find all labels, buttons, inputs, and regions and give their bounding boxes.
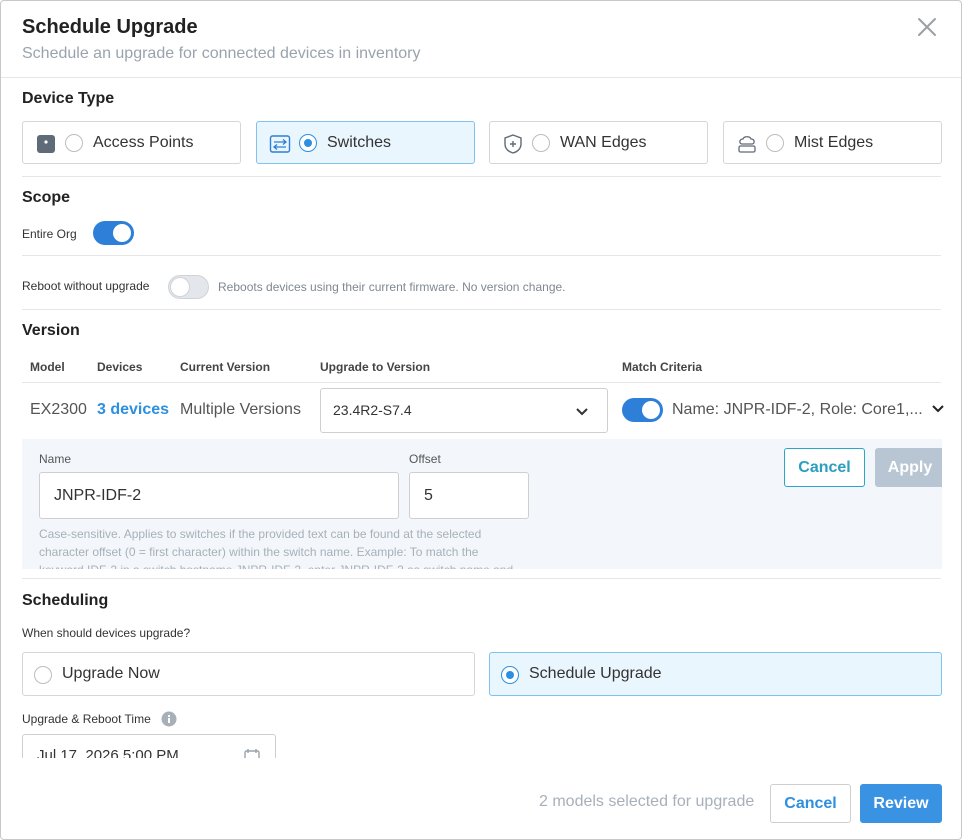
dialog-header: Schedule Upgrade Schedule an upgrade for… xyxy=(1,1,961,78)
upgrade-now-radio[interactable] xyxy=(34,666,52,684)
offset-field-label: Offset xyxy=(409,452,441,466)
divider xyxy=(22,255,941,256)
upgrade-reboot-time-label: Upgrade & Reboot Time xyxy=(22,712,151,726)
scope-title: Scope xyxy=(22,189,71,206)
switches-radio[interactable] xyxy=(299,134,317,152)
review-button[interactable]: Review xyxy=(860,784,942,823)
expand-chevron-icon[interactable] xyxy=(931,404,945,414)
reboot-without-upgrade-label: Reboot without upgrade xyxy=(22,279,150,293)
devices-link[interactable]: 3 devices xyxy=(97,401,169,419)
mist-edge-cloud-icon xyxy=(738,136,756,153)
entire-org-label: Entire Org xyxy=(22,227,77,241)
info-icon[interactable] xyxy=(161,711,177,727)
row-current-version: Multiple Versions xyxy=(180,401,301,418)
close-icon[interactable] xyxy=(913,13,941,41)
upgrade-version-select[interactable]: 23.4R2-S7.4 xyxy=(320,388,608,433)
access-point-icon xyxy=(37,135,55,153)
schedule-upgrade-label: Schedule Upgrade xyxy=(529,665,662,682)
column-header-devices: Devices xyxy=(97,360,143,374)
schedule-upgrade-dialog: Schedule Upgrade Schedule an upgrade for… xyxy=(0,0,962,840)
table-header-divider xyxy=(22,382,941,383)
device-type-switches[interactable]: Switches xyxy=(256,121,475,164)
device-type-title: Device Type xyxy=(22,90,115,107)
divider xyxy=(22,176,941,177)
match-criteria-toggle[interactable] xyxy=(622,398,663,422)
switch-icon xyxy=(269,135,291,153)
column-header-current-version: Current Version xyxy=(180,360,271,374)
divider xyxy=(22,309,941,310)
upgrade-now-label: Upgrade Now xyxy=(62,665,160,682)
upgrade-now-option[interactable]: Upgrade Now xyxy=(22,652,475,696)
chevron-down-icon xyxy=(576,408,588,416)
name-input[interactable]: JNPR-IDF-2 xyxy=(39,472,399,519)
device-type-access-points[interactable]: Access Points xyxy=(22,121,241,164)
switches-label: Switches xyxy=(327,134,392,151)
access-points-label: Access Points xyxy=(93,134,194,151)
match-criteria-editor: Name JNPR-IDF-2 Offset 5 Cancel Apply Ca… xyxy=(22,439,942,569)
dialog-subtitle: Schedule an upgrade for connected device… xyxy=(22,45,421,62)
row-model: EX2300 xyxy=(30,401,87,418)
version-title: Version xyxy=(22,322,80,339)
schedule-upgrade-option[interactable]: Schedule Upgrade xyxy=(489,652,942,696)
selection-summary: 2 models selected for upgrade xyxy=(539,793,755,810)
column-header-model: Model xyxy=(30,360,65,374)
wan-edge-shield-icon xyxy=(504,134,522,154)
scheduling-title: Scheduling xyxy=(22,592,109,609)
reboot-without-upgrade-toggle[interactable] xyxy=(168,275,209,299)
editor-apply-button[interactable]: Apply xyxy=(875,448,942,487)
editor-cancel-button[interactable]: Cancel xyxy=(784,448,865,487)
column-header-match-criteria: Match Criteria xyxy=(622,360,703,374)
entire-org-toggle[interactable] xyxy=(93,221,134,245)
column-header-upgrade-to-version: Upgrade to Version xyxy=(320,360,431,374)
device-type-mist-edges[interactable]: Mist Edges xyxy=(723,121,942,164)
scroll-clip-mask xyxy=(1,758,961,778)
schedule-upgrade-radio[interactable] xyxy=(501,666,519,684)
mist-edges-radio[interactable] xyxy=(766,134,784,152)
mist-edges-label: Mist Edges xyxy=(794,134,874,151)
footer-cancel-button[interactable]: Cancel xyxy=(770,784,851,823)
scheduling-question: When should devices upgrade? xyxy=(22,626,191,640)
device-type-wan-edges[interactable]: WAN Edges xyxy=(489,121,708,164)
reboot-help-text: Reboots devices using their current firm… xyxy=(218,280,566,294)
wan-edges-radio[interactable] xyxy=(532,134,550,152)
name-field-label: Name xyxy=(39,452,72,466)
match-criteria-help-text: Case-sensitive. Applies to switches if t… xyxy=(39,527,513,569)
upgrade-version-value: 23.4R2-S7.4 xyxy=(333,402,412,418)
offset-input[interactable]: 5 xyxy=(409,472,529,519)
access-points-radio[interactable] xyxy=(65,134,83,152)
match-criteria-text: Name: JNPR-IDF-2, Role: Core1,... xyxy=(672,401,923,418)
dialog-title: Schedule Upgrade xyxy=(22,16,198,38)
wan-edges-label: WAN Edges xyxy=(560,134,647,151)
divider xyxy=(22,578,941,579)
